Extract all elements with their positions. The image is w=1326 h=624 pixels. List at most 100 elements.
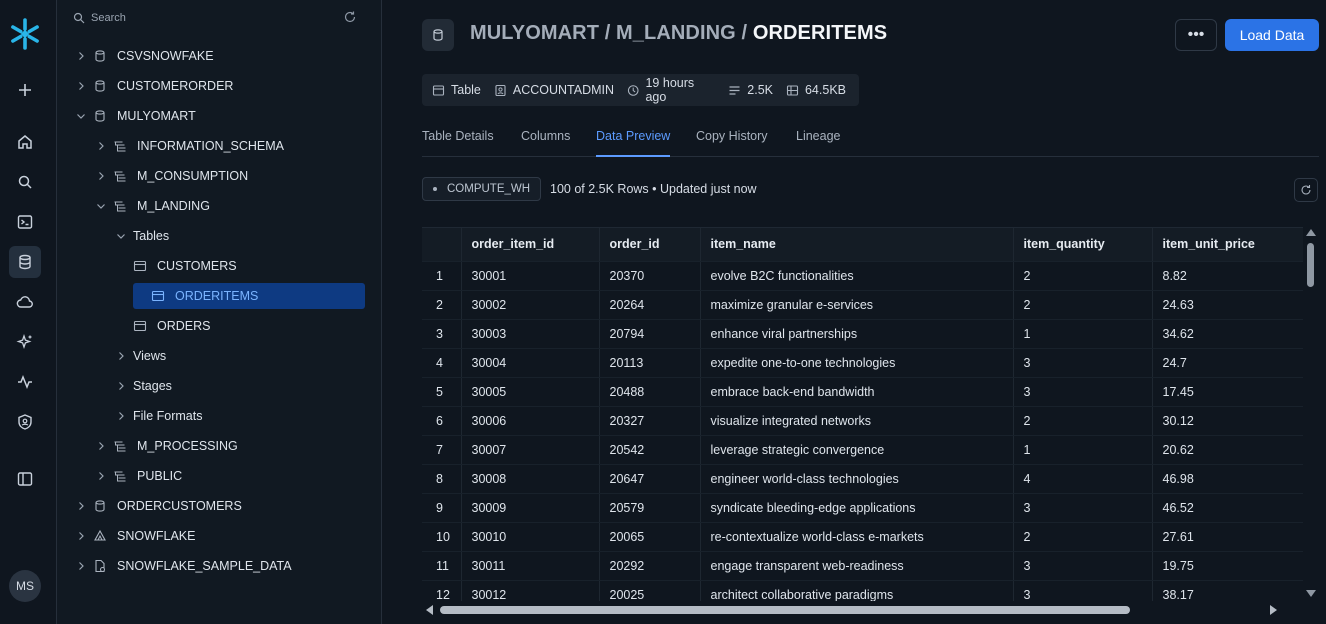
row-index-cell[interactable]: 3 xyxy=(422,319,462,349)
table-cell[interactable]: 30007 xyxy=(461,435,600,465)
table-cell[interactable]: 30008 xyxy=(461,464,600,494)
chevron-right-icon[interactable] xyxy=(75,560,87,572)
vertical-scrollbar[interactable] xyxy=(1303,227,1319,601)
chevron-down-icon[interactable] xyxy=(75,110,87,122)
scroll-down-arrow[interactable] xyxy=(1306,590,1316,597)
scroll-left-arrow[interactable] xyxy=(426,605,433,615)
column-header-item-unit-price[interactable]: item_unit_price xyxy=(1152,228,1306,262)
table-cell[interactable]: syndicate bleeding-edge applications xyxy=(700,493,1014,523)
column-header-item-name[interactable]: item_name xyxy=(700,228,1014,262)
data-preview-grid[interactable]: order_item_id order_id item_name item_quant… xyxy=(422,227,1319,601)
breadcrumb-schema[interactable]: M_LANDING xyxy=(616,22,736,44)
table-cell[interactable]: 20292 xyxy=(599,551,701,581)
table-cell[interactable]: 3 xyxy=(1013,551,1153,581)
chevron-right-icon[interactable] xyxy=(95,140,107,152)
row-index-cell[interactable]: 11 xyxy=(422,551,462,581)
chevron-right-icon[interactable] xyxy=(115,410,127,422)
ai-sparkle-icon[interactable] xyxy=(9,326,41,358)
table-cell[interactable]: 20025 xyxy=(599,580,701,601)
table-cell[interactable]: 20542 xyxy=(599,435,701,465)
table-cell[interactable]: embrace back-end bandwidth xyxy=(700,377,1014,407)
row-index-cell[interactable]: 4 xyxy=(422,348,462,378)
table-cell[interactable]: 2 xyxy=(1013,406,1153,436)
worksheets-terminal-icon[interactable] xyxy=(9,206,41,238)
table-cell[interactable]: enhance viral partnerships xyxy=(700,319,1014,349)
snowflake-logo-icon[interactable] xyxy=(8,17,42,51)
row-index-cell[interactable]: 8 xyxy=(422,464,462,494)
row-index-cell[interactable]: 5 xyxy=(422,377,462,407)
table-cell[interactable]: architect collaborative paradigms xyxy=(700,580,1014,601)
table-cell[interactable]: engineer world-class technologies xyxy=(700,464,1014,494)
chevron-right-icon[interactable] xyxy=(95,440,107,452)
chevron-right-icon[interactable] xyxy=(75,530,87,542)
tree-item-public[interactable]: PUBLIC xyxy=(95,463,182,489)
table-cell[interactable]: 8.82 xyxy=(1152,261,1306,291)
table-row[interactable]: 4 30004 20113 expedite one-to-one technolog… xyxy=(422,348,1306,378)
refresh-tree-icon[interactable] xyxy=(343,10,357,24)
more-options-button[interactable]: ••• xyxy=(1175,19,1217,51)
chevron-down-icon[interactable] xyxy=(115,230,127,242)
table-cell[interactable]: 24.7 xyxy=(1152,348,1306,378)
table-cell[interactable]: 3 xyxy=(1013,348,1153,378)
table-cell[interactable]: 30002 xyxy=(461,290,600,320)
activity-monitoring-icon[interactable] xyxy=(9,366,41,398)
scroll-up-arrow[interactable] xyxy=(1306,229,1316,236)
chevron-down-icon[interactable] xyxy=(95,200,107,212)
table-cell[interactable]: 4 xyxy=(1013,464,1153,494)
table-cell[interactable]: 17.45 xyxy=(1152,377,1306,407)
table-cell[interactable]: 24.63 xyxy=(1152,290,1306,320)
table-cell[interactable]: 1 xyxy=(1013,319,1153,349)
tree-item-m-landing[interactable]: M_LANDING xyxy=(95,193,210,219)
table-cell[interactable]: 30003 xyxy=(461,319,600,349)
chevron-right-icon[interactable] xyxy=(75,80,87,92)
table-cell[interactable]: 19.75 xyxy=(1152,551,1306,581)
table-cell[interactable]: 20264 xyxy=(599,290,701,320)
table-row[interactable]: 2 30002 20264 maximize granular e-services 2… xyxy=(422,290,1306,320)
table-cell[interactable]: evolve B2C functionalities xyxy=(700,261,1014,291)
table-cell[interactable]: 30009 xyxy=(461,493,600,523)
table-cell[interactable]: 2 xyxy=(1013,522,1153,552)
tree-item-customers[interactable]: CUSTOMERS xyxy=(133,253,237,279)
column-header-order-id[interactable]: order_id xyxy=(599,228,701,262)
table-cell[interactable]: 20647 xyxy=(599,464,701,494)
load-data-button[interactable]: Load Data xyxy=(1225,19,1319,51)
table-row[interactable]: 6 30006 20327 visualize integrated networks… xyxy=(422,406,1306,436)
table-cell[interactable]: 3 xyxy=(1013,377,1153,407)
tree-item-csvsnowfake[interactable]: CSVSNOWFAKE xyxy=(75,43,214,69)
vertical-scroll-thumb[interactable] xyxy=(1307,243,1314,287)
table-cell[interactable]: 20065 xyxy=(599,522,701,552)
table-row[interactable]: 5 30005 20488 embrace back-end bandwidth 3 17… xyxy=(422,377,1306,407)
table-row[interactable]: 3 30003 20794 enhance viral partnerships 1 34… xyxy=(422,319,1306,349)
scroll-right-arrow[interactable] xyxy=(1270,605,1277,615)
table-cell[interactable]: 20794 xyxy=(599,319,701,349)
tab-lineage[interactable]: Lineage xyxy=(796,129,841,157)
table-cell[interactable]: 30.12 xyxy=(1152,406,1306,436)
object-search[interactable]: Search xyxy=(73,8,363,28)
data-database-icon[interactable] xyxy=(9,246,41,278)
table-cell[interactable]: re-contextualize world-class e-markets xyxy=(700,522,1014,552)
toggle-sidebar-icon[interactable] xyxy=(9,463,41,495)
table-cell[interactable]: 20.62 xyxy=(1152,435,1306,465)
table-cell[interactable]: expedite one-to-one technologies xyxy=(700,348,1014,378)
cloud-icon[interactable] xyxy=(9,286,41,318)
table-cell[interactable]: 34.62 xyxy=(1152,319,1306,349)
tab-columns[interactable]: Columns xyxy=(521,129,570,157)
table-cell[interactable]: leverage strategic convergence xyxy=(700,435,1014,465)
tree-item-customerorder[interactable]: CUSTOMERORDER xyxy=(75,73,233,99)
tree-item-file-formats[interactable]: File Formats xyxy=(115,403,202,429)
table-row[interactable]: 12 30012 20025 architect collaborative para… xyxy=(422,580,1306,601)
table-cell[interactable]: 30005 xyxy=(461,377,600,407)
tree-item-orders[interactable]: ORDERS xyxy=(133,313,210,339)
table-row[interactable]: 11 30011 20292 engage transparent web-readi… xyxy=(422,551,1306,581)
user-avatar[interactable]: MS xyxy=(9,570,41,602)
chevron-right-icon[interactable] xyxy=(75,50,87,62)
row-index-cell[interactable]: 12 xyxy=(422,580,462,601)
row-index-cell[interactable]: 9 xyxy=(422,493,462,523)
table-cell[interactable]: 30006 xyxy=(461,406,600,436)
row-index-cell[interactable]: 2 xyxy=(422,290,462,320)
column-header-order-item-id[interactable]: order_item_id xyxy=(461,228,600,262)
table-cell[interactable]: engage transparent web-readiness xyxy=(700,551,1014,581)
tab-copy-history[interactable]: Copy History xyxy=(696,129,768,157)
table-cell[interactable]: 46.98 xyxy=(1152,464,1306,494)
table-cell[interactable]: 20579 xyxy=(599,493,701,523)
